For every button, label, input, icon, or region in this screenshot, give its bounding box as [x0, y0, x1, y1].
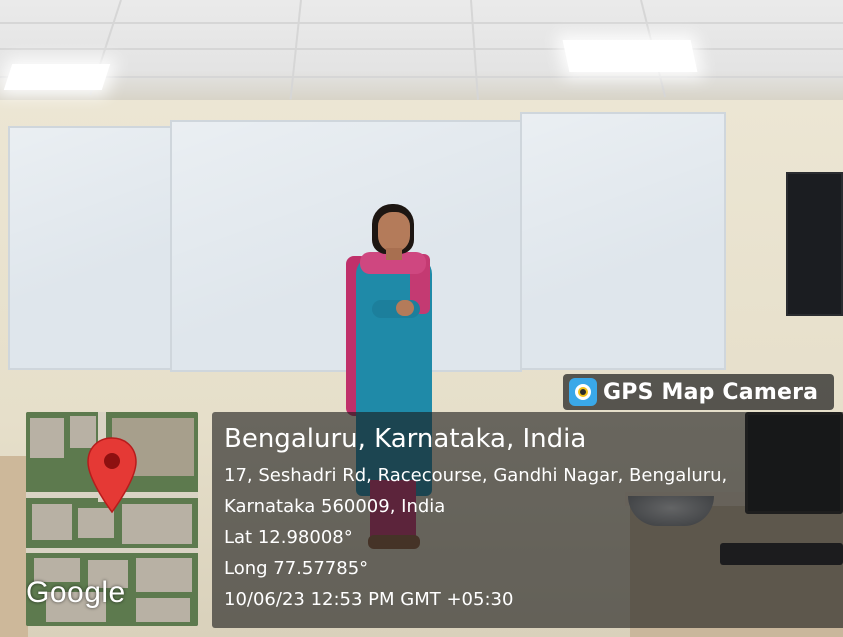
hand: [396, 300, 414, 316]
map-pin-icon: [87, 437, 137, 514]
gps-map-camera-app-icon: [569, 378, 597, 406]
ceiling: [0, 0, 843, 100]
whiteboard-right: [520, 112, 726, 370]
location-map-thumbnail: Google: [26, 412, 198, 626]
brand-name: GPS Map Camera: [603, 379, 819, 405]
address-line-2: Karnataka 560009, India: [224, 496, 446, 517]
address-line-1: 17, Seshadri Rd, Racecourse, Gandhi Naga…: [224, 465, 728, 486]
whiteboard-left: [8, 126, 172, 370]
location-info-panel: Bengaluru, Karnataka, India 17, Seshadri…: [212, 412, 843, 628]
ceiling-light-right: [562, 40, 698, 72]
latitude-text: Lat 12.98008°: [224, 527, 353, 548]
wall-tv: [786, 172, 843, 316]
longitude-text: Long 77.57785°: [224, 558, 369, 579]
timestamp-text: 10/06/23 12:53 PM GMT +05:30: [224, 589, 514, 610]
photo-scene: GPS Map Camera Google Bengaluru, Karnata…: [0, 0, 843, 637]
left-cabinet: [0, 456, 28, 637]
google-logo: Google: [26, 576, 126, 609]
gps-brand-badge: GPS Map Camera: [563, 374, 834, 410]
face: [378, 212, 410, 252]
location-title: Bengaluru, Karnataka, India: [224, 424, 587, 454]
neck: [386, 248, 402, 260]
ceiling-light-left: [3, 64, 111, 90]
